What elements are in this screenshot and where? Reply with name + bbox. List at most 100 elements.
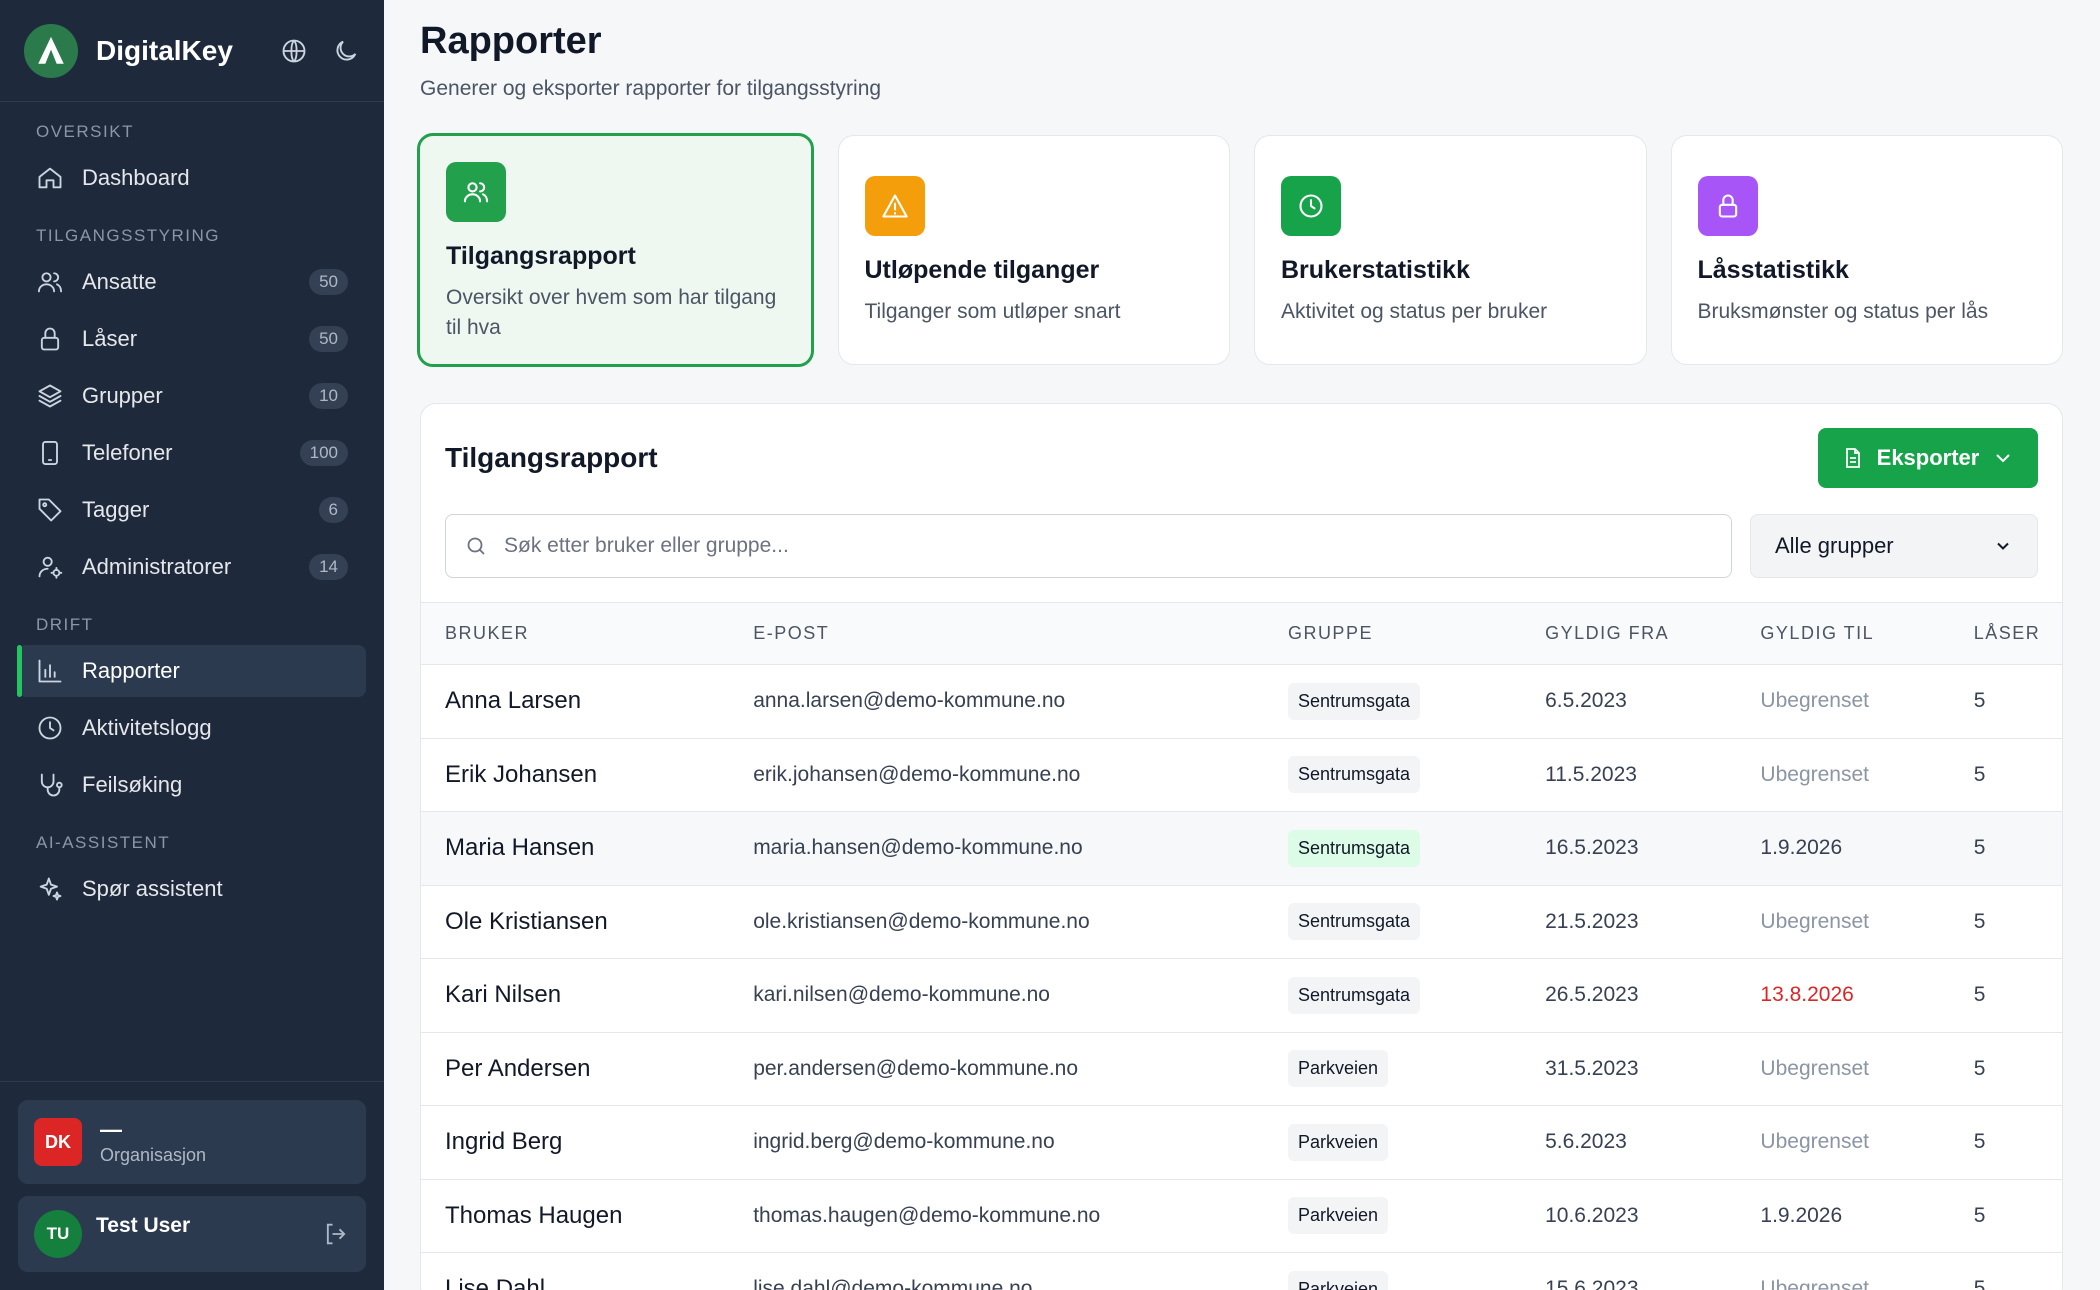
stethoscope-icon <box>40 773 63 797</box>
user-cog-icon <box>38 556 63 579</box>
column-header[interactable]: BRUKER <box>421 602 730 665</box>
card-icon-box <box>864 176 925 236</box>
nav-section-label: DRIFT <box>36 615 94 634</box>
column-header[interactable]: GYLDIG TIL <box>1736 602 1950 665</box>
moon-icon[interactable] <box>332 37 360 65</box>
sidebar-item-feils-king[interactable]: Feilsøking <box>18 759 366 811</box>
sidebar-item-label: Administratorer <box>82 554 232 579</box>
sidebar-item-label: Låser <box>82 326 138 351</box>
sidebar-item-rapporter[interactable]: Rapporter <box>17 645 366 697</box>
table-row[interactable]: Lise Dahl lise.dahl@demo-kommune.no Parkve… <box>421 1252 2062 1290</box>
column-header[interactable]: GRUPPE <box>1263 602 1522 665</box>
email-cell: per.andersen@demo-kommune.no <box>729 1032 1264 1106</box>
logout-icon[interactable] <box>322 1220 350 1248</box>
export-button[interactable]: Eksporter <box>1818 428 2038 488</box>
chevron-down-icon <box>1996 454 2011 463</box>
sidebar-item-telefoner[interactable]: Telefoner 100 <box>18 427 366 479</box>
locks-cell: 5 <box>1949 1105 2062 1180</box>
table-row[interactable]: Anna Larsen anna.larsen@demo-kommune.no Se… <box>421 664 2062 739</box>
report-card-utl-pende-tilganger[interactable]: Utløpende tilganger Tilganger som utløper… <box>837 135 1230 365</box>
valid-to-cell: Ubegrenset <box>1736 1105 1950 1180</box>
locks-cell: 5 <box>1949 1252 2062 1290</box>
report-card-brukerstatistikk[interactable]: Brukerstatistikk Aktivitet og status per … <box>1254 135 1647 365</box>
card-title: Utløpende tilganger <box>864 256 1100 284</box>
valid-from-cell: 5.6.2023 <box>1521 1105 1737 1180</box>
count-badge: 6 <box>318 497 348 523</box>
valid-to-cell: 13.8.2026 <box>1736 958 1950 1033</box>
sidebar-item-grupper[interactable]: Grupper 10 <box>18 370 366 422</box>
user-name-cell: Ingrid Berg <box>421 1105 730 1180</box>
group-tag: Sentrumsgata <box>1287 903 1420 941</box>
phone-icon <box>42 440 58 466</box>
user-name-cell: Anna Larsen <box>421 664 730 739</box>
column-header[interactable]: E-POST <box>729 602 1264 665</box>
email-cell: ole.kristiansen@demo-kommune.no <box>729 885 1264 959</box>
chevron-down-icon <box>1997 542 2009 550</box>
main-content: Rapporter Generer og eksporter rapporter… <box>417 0 2063 1290</box>
export-label: Eksporter <box>1876 445 1980 470</box>
valid-from-cell: 16.5.2023 <box>1521 811 1737 886</box>
valid-to-cell: Ubegrenset <box>1736 885 1950 959</box>
bar-chart-icon <box>38 659 62 683</box>
card-icon-box <box>1281 176 1341 236</box>
table-row[interactable]: Maria Hansen maria.hansen@demo-kommune.no… <box>421 811 2062 886</box>
table-row[interactable]: Ole Kristiansen ole.kristiansen@demo-komm… <box>421 885 2062 959</box>
table-row[interactable]: Thomas Haugen thomas.haugen@demo-kommune.… <box>421 1179 2062 1253</box>
table-body: Anna Larsen anna.larsen@demo-kommune.no Se… <box>421 664 2062 1290</box>
table-row[interactable]: Per Andersen per.andersen@demo-kommune.no… <box>421 1032 2062 1106</box>
valid-to-cell: Ubegrenset <box>1736 664 1950 739</box>
user-name-cell: Lise Dahl <box>421 1252 730 1290</box>
user-name-cell: Per Andersen <box>421 1032 730 1106</box>
org-badge: DK <box>34 1118 82 1166</box>
clock-icon <box>1299 194 1323 218</box>
sparkles-icon <box>39 877 62 901</box>
group-filter-select[interactable]: Alle grupper <box>1750 514 2038 578</box>
count-badge: 50 <box>309 269 348 295</box>
search-field[interactable] <box>445 514 1732 578</box>
file-icon <box>1845 448 1860 468</box>
group-tag: Sentrumsgata <box>1287 756 1420 794</box>
valid-to-cell: Ubegrenset <box>1736 1032 1950 1106</box>
sidebar-item-ansatte[interactable]: Ansatte 50 <box>18 256 366 308</box>
sidebar-item-dashboard[interactable]: Dashboard <box>18 152 366 204</box>
card-title: Låsstatistikk <box>1697 256 1849 284</box>
report-title: Tilgangsrapport <box>445 442 658 473</box>
sidebar-footer: DK — Organisasjon TU Test User <box>0 1081 384 1290</box>
sidebar-item-label: Telefoner <box>82 440 173 465</box>
sidebar-item-sp-r-assistent[interactable]: Spør assistent <box>18 863 366 915</box>
count-badge: 10 <box>309 383 348 409</box>
sidebar: DigitalKey OVERSIKT Dashboard TILGANGSSTYR… <box>0 0 384 1290</box>
home-icon <box>38 167 62 189</box>
table-row[interactable]: Kari Nilsen kari.nilsen@demo-kommune.no Se… <box>421 958 2062 1033</box>
sidebar-item-label: Spør assistent <box>82 876 223 901</box>
sidebar-item-label: Ansatte <box>82 269 157 294</box>
valid-from-cell: 31.5.2023 <box>1521 1032 1737 1106</box>
user-name-cell: Ole Kristiansen <box>421 885 730 959</box>
table-row[interactable]: Erik Johansen erik.johansen@demo-kommune.… <box>421 738 2062 812</box>
sidebar-item-tagger[interactable]: Tagger 6 <box>18 484 366 536</box>
locks-cell: 5 <box>1949 885 2062 959</box>
org-switcher[interactable]: DK — Organisasjon <box>18 1100 366 1184</box>
column-header[interactable]: LÅSER <box>1949 602 2062 665</box>
report-card-l-sstatistikk[interactable]: Låsstatistikk Bruksmønster og status per … <box>1670 135 2063 365</box>
report-card-tilgangsrapport[interactable]: Tilgangsrapport Oversikt over hvem som ha… <box>417 133 814 367</box>
count-badge: 50 <box>309 326 348 352</box>
table-row[interactable]: Ingrid Berg ingrid.berg@demo-kommune.no Pa… <box>421 1105 2062 1180</box>
user-name-cell: Maria Hansen <box>421 811 730 886</box>
sidebar-item-administratorer[interactable]: Administratorer 14 <box>18 541 366 593</box>
avatar[interactable]: TU <box>34 1210 82 1258</box>
group-tag: Sentrumsgata <box>1287 682 1420 720</box>
locks-cell: 5 <box>1949 738 2062 812</box>
card-description: Tilganger som utløper snart <box>864 300 1121 323</box>
locks-cell: 5 <box>1949 1179 2062 1253</box>
search-input[interactable] <box>504 534 1713 558</box>
sidebar-item-label: Grupper <box>82 383 163 408</box>
column-header[interactable]: GYLDIG FRA <box>1521 602 1737 665</box>
warning-icon <box>881 194 908 218</box>
globe-icon[interactable] <box>280 37 308 65</box>
sidebar-item-l-ser[interactable]: Låser 50 <box>18 313 366 365</box>
sidebar-item-aktivitetslogg[interactable]: Aktivitetslogg <box>18 702 366 754</box>
group-filter-value: Alle grupper <box>1775 533 1894 558</box>
nav-section-label: AI-ASSISTENT <box>36 833 171 852</box>
app-logo[interactable] <box>24 23 78 78</box>
